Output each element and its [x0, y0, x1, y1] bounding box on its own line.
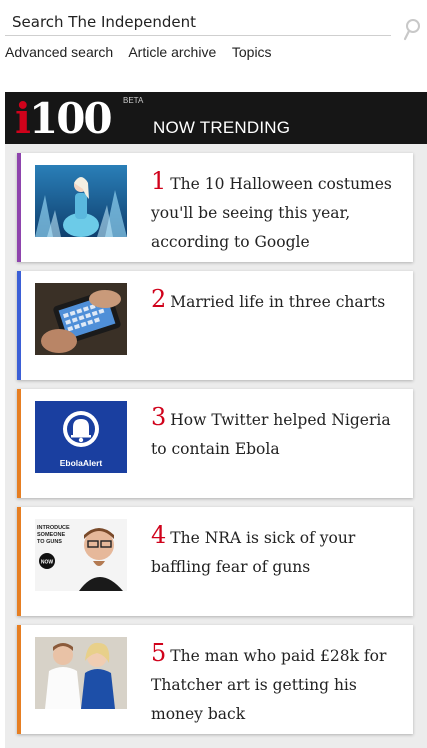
phone-texting-image [35, 283, 127, 355]
trending-item[interactable]: 5 The man who paid £28k for Thatcher art … [17, 625, 413, 734]
trending-item[interactable]: 1 The 10 Halloween costumes you'll be see… [17, 153, 413, 262]
svg-text:NOW: NOW [41, 560, 54, 566]
rank-number: 5 [151, 639, 167, 667]
rank-number: 3 [151, 403, 167, 431]
article-thumbnail[interactable] [35, 283, 127, 355]
rank-number: 4 [151, 521, 167, 549]
article-headline[interactable]: 5 The man who paid £28k for Thatcher art … [151, 639, 401, 729]
trending-list: 1 The 10 Halloween costumes you'll be see… [17, 153, 413, 743]
article-title: Married life in three charts [170, 293, 386, 311]
search-links: Advanced search Article archive Topics [5, 44, 284, 62]
article-thumbnail[interactable] [35, 637, 127, 709]
trending-item[interactable]: INTRODUCE SOMEONE TO GUNS NOW 4 The NRA i… [17, 507, 413, 616]
trending-item[interactable]: EbolaAlert 3 How Twitter helped Nigeria t… [17, 389, 413, 498]
trending-title: NOW TRENDING [153, 118, 291, 137]
advanced-search-link[interactable]: Advanced search [5, 44, 113, 60]
nra-video-image: INTRODUCE SOMEONE TO GUNS NOW [35, 519, 127, 591]
article-thumbnail[interactable]: INTRODUCE SOMEONE TO GUNS NOW [35, 519, 127, 591]
svg-text:TO GUNS: TO GUNS [37, 539, 62, 545]
svg-text:INTRODUCE: INTRODUCE [37, 525, 70, 531]
i100-logo[interactable]: i100 [15, 94, 113, 143]
trending-panel: i100 BETA NOW TRENDING 1 The 10 Hallowee… [5, 92, 427, 748]
article-title: The 10 Halloween costumes you'll be seei… [151, 175, 392, 251]
search-input[interactable] [5, 8, 391, 36]
rank-number: 1 [151, 167, 167, 195]
article-headline[interactable]: 2 Married life in three charts [151, 285, 401, 317]
trending-item[interactable]: 2 Married life in three charts [17, 271, 413, 380]
article-headline[interactable]: 1 The 10 Halloween costumes you'll be see… [151, 167, 401, 257]
beta-label: BETA [123, 96, 144, 105]
svg-text:SOMEONE: SOMEONE [37, 532, 65, 538]
article-title: How Twitter helped Nigeria to contain Eb… [151, 411, 391, 458]
logo-accent: i [15, 94, 31, 143]
logo-rest: 100 [28, 94, 113, 143]
article-headline[interactable]: 3 How Twitter helped Nigeria to contain E… [151, 403, 401, 464]
ebola-alert-image: EbolaAlert [35, 401, 127, 473]
search-icon [403, 19, 420, 41]
article-headline[interactable]: 4 The NRA is sick of your baffling fear o… [151, 521, 401, 582]
topics-link[interactable]: Topics [232, 44, 272, 60]
thatcher-art-image [35, 637, 127, 709]
search-bar [5, 8, 425, 41]
frozen-costume-image [35, 165, 127, 237]
article-thumbnail[interactable]: EbolaAlert [35, 401, 127, 473]
article-thumbnail[interactable] [35, 165, 127, 237]
article-title: The NRA is sick of your baffling fear of… [151, 529, 356, 576]
trending-header: i100 BETA NOW TRENDING [5, 92, 427, 144]
article-title: The man who paid £28k for Thatcher art i… [151, 647, 387, 723]
rank-number: 2 [151, 285, 167, 313]
search-button[interactable] [402, 18, 422, 42]
thumb-caption: EbolaAlert [60, 458, 103, 468]
article-archive-link[interactable]: Article archive [128, 44, 216, 60]
